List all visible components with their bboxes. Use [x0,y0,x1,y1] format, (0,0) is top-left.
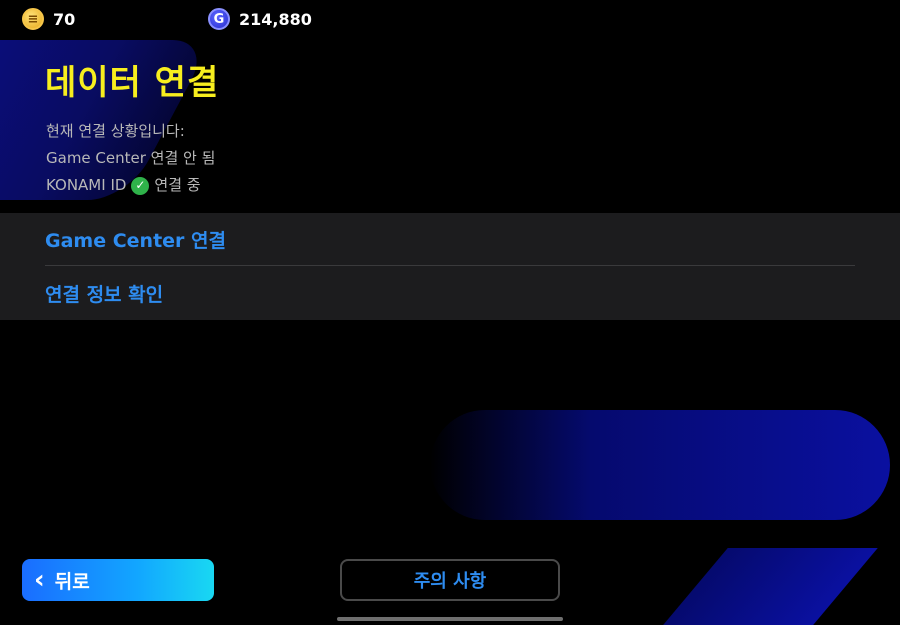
gold-coin-value: 70 [53,9,76,29]
chevron-left-icon: ‹ [34,565,45,595]
page-title: 데이터 연결 [45,63,220,103]
back-button[interactable]: ‹ 뒤로 [22,559,214,601]
gold-coin-balance: ≡ 70 [22,8,75,30]
gp-balance: G 214,880 [208,8,312,30]
options-panel: Game Center 연결 연결 정보 확인 [0,213,900,320]
konami-id-label: KONAMI ID [46,176,127,194]
gp-coin-icon: G [208,8,230,30]
view-connection-info-button[interactable]: 연결 정보 확인 [45,267,855,320]
gp-value: 214,880 [239,9,312,29]
back-label: 뒤로 [54,570,90,593]
connection-status: 현재 연결 상황입니다: Game Center 연결 안 됨 KONAMI I… [46,118,215,199]
check-icon: ✓ [131,176,150,195]
background-shape-bottom [652,548,878,625]
menu-item-label: Game Center 연결 [45,229,226,252]
status-game-center: Game Center 연결 안 됨 [46,149,216,167]
menu-item-label: 연결 정보 확인 [45,284,164,306]
home-indicator[interactable] [337,617,563,621]
notice-button[interactable]: 주의 사항 [340,559,560,601]
notice-label: 주의 사항 [413,571,487,592]
konami-state: 연결 중 [154,176,201,194]
game-center-connect-button[interactable]: Game Center 연결 [45,213,855,266]
gold-coin-icon: ≡ [22,8,44,30]
background-shape-middle [430,410,890,520]
status-intro: 현재 연결 상황입니다: [46,122,185,140]
status-konami: KONAMI ID ✓ 연결 중 [46,172,215,199]
